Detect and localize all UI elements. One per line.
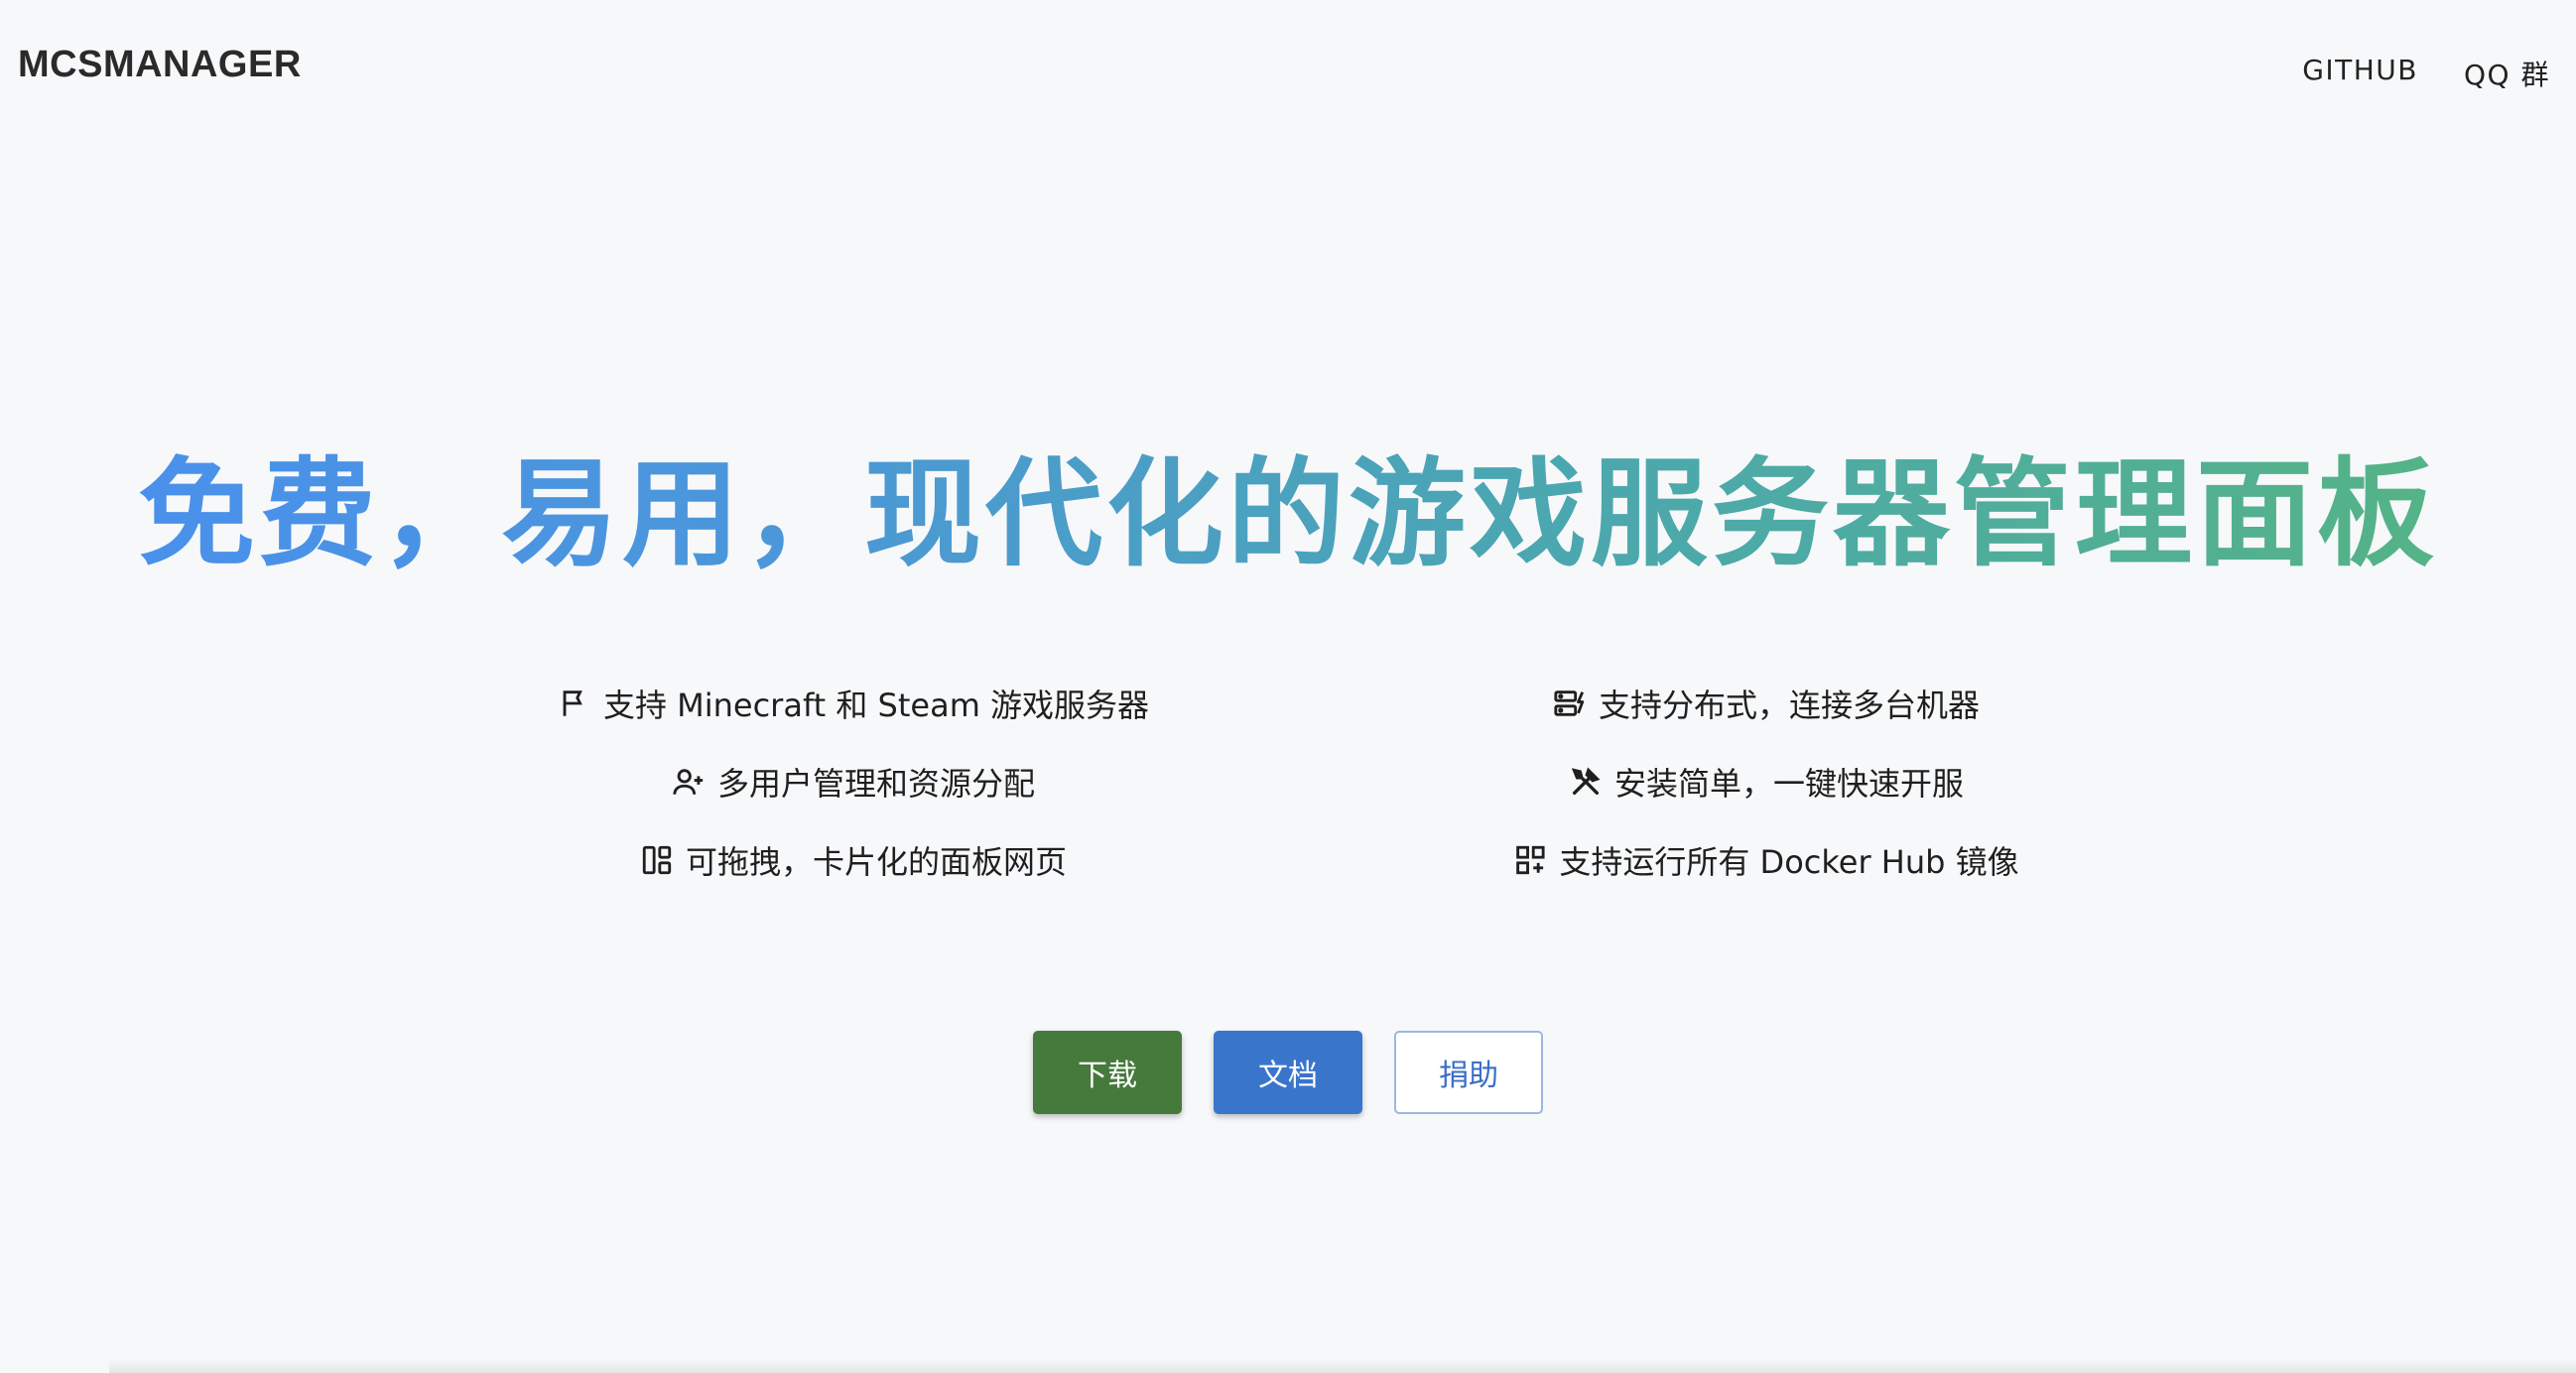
brand-logo-text[interactable]: MCSMANAGER	[18, 44, 302, 86]
qr-grid-icon	[1513, 843, 1547, 877]
server-nodes-icon	[1553, 686, 1587, 720]
section-bottom-shadow	[109, 1359, 2576, 1373]
top-nav: GITHUB QQ 群	[2302, 54, 2550, 93]
feature-item: 支持分布式，连接多台机器	[1553, 679, 1980, 728]
feature-item: 支持 Minecraft 和 Steam 游戏服务器	[558, 679, 1149, 728]
add-user-icon	[672, 765, 706, 799]
feature-text: 支持分布式，连接多台机器	[1598, 686, 1981, 724]
dashboard-icon	[640, 843, 674, 877]
feature-item: 安装简单，一键快速开服	[1569, 757, 1964, 807]
action-buttons: 下载 文档 捐助	[0, 1031, 2576, 1114]
feature-text: 多用户管理和资源分配	[716, 765, 1036, 803]
donate-button[interactable]: 捐助	[1394, 1031, 1543, 1114]
tools-icon	[1569, 765, 1603, 799]
feature-text: 支持 Minecraft 和 Steam 游戏服务器	[602, 686, 1150, 724]
feature-text: 可拖拽，卡片化的面板网页	[685, 843, 1068, 881]
feature-text: 安装简单，一键快速开服	[1613, 765, 1965, 803]
flag-icon	[558, 686, 591, 720]
docs-button[interactable]: 文档	[1214, 1031, 1362, 1114]
feature-text: 支持运行所有 Docker Hub 镜像	[1559, 843, 2019, 881]
nav-qq-group-link[interactable]: QQ 群	[2464, 54, 2550, 93]
nav-github-link[interactable]: GITHUB	[2302, 54, 2418, 93]
feature-item: 支持运行所有 Docker Hub 镜像	[1513, 835, 2019, 885]
hero-title: 免费，易用，现代化的游戏服务器管理面板	[0, 444, 2576, 583]
download-button[interactable]: 下载	[1033, 1031, 1182, 1114]
landing-page: MCSMANAGER GITHUB QQ 群 免费，易用，现代化的游戏服务器管理…	[0, 0, 2576, 1373]
feature-item: 可拖拽，卡片化的面板网页	[640, 835, 1067, 885]
feature-item: 多用户管理和资源分配	[672, 757, 1035, 807]
